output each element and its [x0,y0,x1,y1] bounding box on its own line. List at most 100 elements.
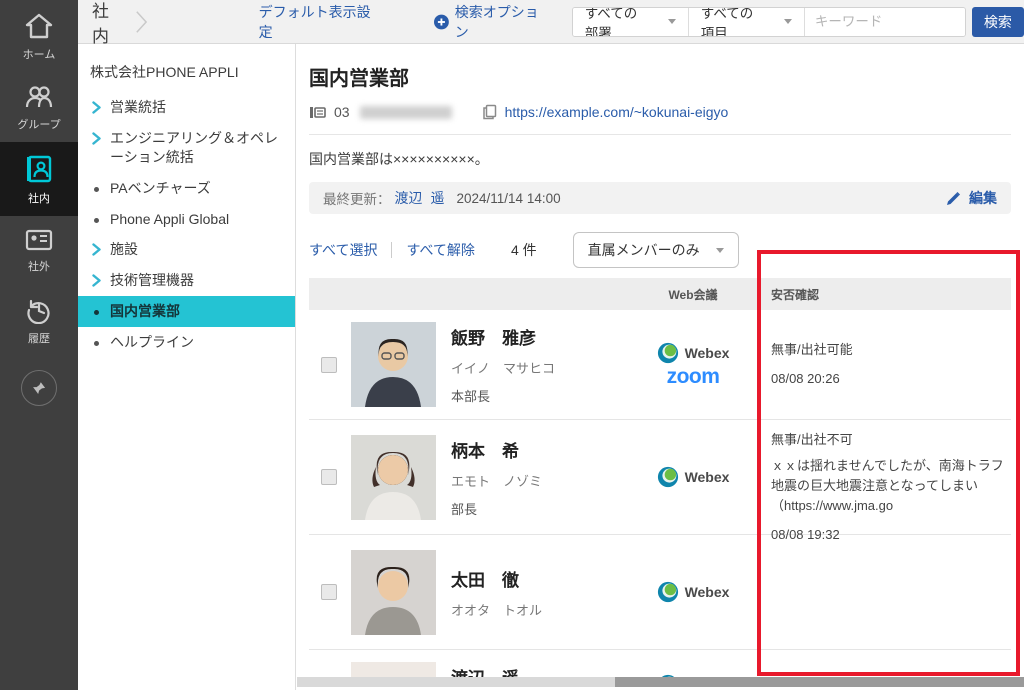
phone-number: 03 [334,104,350,120]
phone-icon [309,105,326,120]
tree-item-pa-ventures[interactable]: PAベンチャーズ [78,173,295,204]
webex-label: Webex [685,584,730,600]
tree-item-facilities[interactable]: 施設 [78,234,295,265]
field-filter-value: すべての項目 [701,7,766,37]
webex-icon [657,581,679,603]
row-checkbox[interactable] [321,357,337,373]
edit-button-label: 編集 [969,188,997,208]
table-row[interactable]: 柄本 希 エモト ノゾミ 部長 Webex 無事/出社不可 ｘｘは揺れませんでし… [309,420,1011,535]
safety-status: 無事/出社可能 [771,340,1011,360]
member-name: 柄本 希 [451,437,633,462]
webex-label: Webex [685,345,730,361]
default-display-settings-link[interactable]: デフォルト表示設定 [259,2,376,42]
divider [309,134,1011,135]
row-checkbox[interactable] [321,584,337,600]
select-all-link[interactable]: すべて選択 [309,240,377,260]
tree-item-engineering[interactable]: エンジニアリング＆オペレーション統括 [78,123,295,173]
member-name: 太田 徹 [451,566,633,591]
member-job-title: 部長 [451,499,633,518]
bullet-icon [90,213,102,223]
last-updated-bar: 最終更新： 渡辺 遥 2024/11/14 14:00 編集 [309,182,1011,214]
breadcrumb-chevron-icon [134,7,149,37]
column-header-web-meeting: Web会議 [633,286,753,303]
table-header: Web会議 安否確認 [309,278,1011,310]
chevron-right-icon [90,274,102,287]
breadcrumb: 社内 [92,0,124,47]
department-description: 国内営業部は××××××××××。 [309,149,1011,169]
department-filter-value: すべての部署 [585,7,650,37]
bullet-icon [90,305,102,315]
member-count: 4 件 [511,240,537,260]
sidebar-item-label: 履歴 [28,330,50,346]
search-options-label: 検索オプション [455,2,546,42]
deselect-all-link[interactable]: すべて解除 [406,240,474,260]
updated-by-lastname-link[interactable]: 渡辺 [395,188,423,208]
member-table: Web会議 安否確認 飯野 雅彦 イイノ マサヒコ 本部長 [309,278,1011,677]
top-toolbar: 社内 デフォルト表示設定 検索オプション すべての部署 すべての項目 検索 [78,0,1024,44]
tree-item-label: 営業統括 [110,98,166,117]
search-options-link[interactable]: 検索オプション [434,2,546,42]
edit-button[interactable]: 編集 [946,188,997,208]
plus-circle-icon [434,14,449,30]
pin-icon [31,380,47,396]
sidebar-item-label: ホーム [23,46,56,62]
last-updated-label: 最終更新： [323,188,391,208]
member-name: 飯野 雅彦 [451,324,633,349]
table-row[interactable]: 太田 徹 オオタ トオル Webex [309,535,1011,650]
tree-item-tech-equipment[interactable]: 技術管理機器 [78,265,295,296]
group-icon [23,84,55,110]
pencil-icon [946,191,961,206]
phone-appli-app: ホーム グループ 社内 社外 履歴 社内 デフォルト表示設定 [0,0,1024,690]
bullet-icon [90,182,102,192]
member-photo [351,322,436,407]
divider [391,242,392,258]
chevron-right-icon [90,101,102,114]
sidebar-item-external[interactable]: 社外 [0,216,78,284]
safety-message: ｘｘは揺れませんでしたが、南海トラフ地震の巨大地震注意となってしまい（https… [771,456,1011,516]
app-sidebar: ホーム グループ 社内 社外 履歴 [0,0,78,690]
sidebar-item-internal[interactable]: 社内 [0,142,78,216]
tree-item-domestic-sales[interactable]: 国内営業部 [78,296,295,327]
keyword-input[interactable] [805,8,965,36]
tree-item-phone-appli-global[interactable]: Phone Appli Global [78,204,295,235]
updated-timestamp: 2024/11/14 14:00 [457,191,561,206]
external-contacts-icon [24,228,54,252]
tree-item-helpline[interactable]: ヘルプライン [78,327,295,358]
tree-root-company[interactable]: 株式会社PHONE APPLI [78,56,295,92]
webex-button[interactable]: Webex [657,581,730,603]
table-row[interactable]: 渡辺 遥 ワタナベ ハルカ Webex 無事/出社可能 [309,650,1011,677]
department-filter-select[interactable]: すべての部署 [573,8,689,36]
member-filter-select[interactable]: 直属メンバーのみ [573,232,739,268]
webex-button[interactable]: Webex [657,342,730,364]
search-bar: すべての部署 すべての項目 [572,7,966,37]
company-directory-icon [24,154,54,184]
horizontal-scrollbar-thumb[interactable] [615,677,1024,687]
member-kana: イイノ マサヒコ [451,358,633,377]
chevron-down-icon [716,248,724,253]
search-button[interactable]: 検索 [972,7,1024,37]
webex-button[interactable]: Webex [657,466,730,488]
home-icon [24,12,54,40]
member-kana: エモト ノゾミ [451,471,633,490]
safety-timestamp: 08/08 20:26 [771,369,1011,389]
tree-item-label: 技術管理機器 [110,271,194,290]
department-url-link[interactable]: https://example.com/~kokunai-eigyo [505,104,729,120]
horizontal-scrollbar-track[interactable] [297,677,1024,687]
tree-item-label: ヘルプライン [110,333,194,352]
row-checkbox[interactable] [321,469,337,485]
tree-item-sales[interactable]: 営業統括 [78,92,295,123]
field-filter-select[interactable]: すべての項目 [689,8,805,36]
copy-icon[interactable] [482,104,497,120]
sidebar-item-group[interactable]: グループ [0,72,78,142]
phone-number-redacted [360,106,452,119]
chevron-right-icon [90,243,102,256]
sidebar-item-history[interactable]: 履歴 [0,284,78,356]
zoom-button[interactable]: zoom [667,366,720,387]
sidebar-item-home[interactable]: ホーム [0,0,78,72]
updated-by-firstname-link[interactable]: 遥 [431,188,445,208]
tree-item-label: エンジニアリング＆オペレーション統括 [110,129,287,167]
table-row[interactable]: 飯野 雅彦 イイノ マサヒコ 本部長 Webex zoom 無事/出社可能 [309,310,1011,420]
chevron-down-icon [784,19,792,24]
webex-icon [657,466,679,488]
pin-sidebar-button[interactable] [21,370,57,406]
